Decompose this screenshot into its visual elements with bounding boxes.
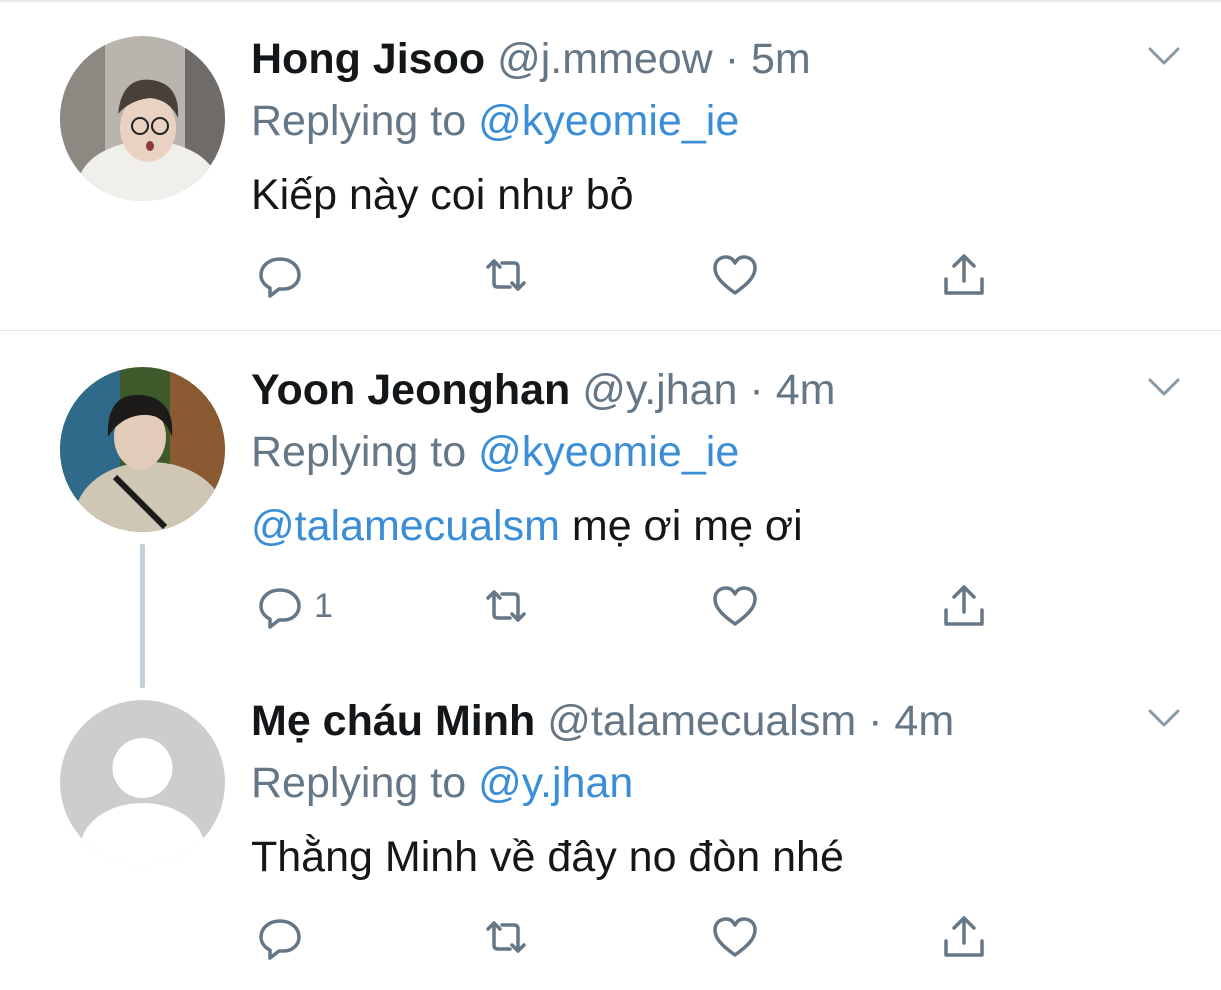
replying-to: Replying to @kyeomie_ie (251, 96, 739, 146)
display-name[interactable]: Mẹ cháu Minh (251, 697, 535, 745)
tweet-text: mẹ ơi mẹ ơi (559, 502, 803, 550)
tweet-3[interactable]: Mẹ cháu Minh @talamecualsm · 4m Replying… (0, 662, 1221, 990)
tweet-header: Mẹ cháu Minh @talamecualsm · 4m (251, 696, 954, 746)
share-button[interactable] (940, 250, 990, 300)
separator-dot: · (868, 697, 883, 745)
timestamp[interactable]: 4m (894, 697, 954, 745)
share-button[interactable] (940, 912, 990, 962)
retweet-icon (486, 259, 526, 291)
tweet-header: Hong Jisoo @j.mmeow · 5m (251, 34, 811, 84)
replying-to-link[interactable]: @kyeomie_ie (478, 428, 739, 476)
reply-count: 1 (314, 587, 333, 625)
share-icon (944, 254, 984, 295)
retweet-icon (486, 921, 526, 953)
tweet-text: Kiếp này coi như bỏ (251, 171, 634, 219)
replying-to: Replying to @kyeomie_ie (251, 427, 739, 477)
timestamp[interactable]: 4m (776, 366, 836, 414)
user-handle[interactable]: @y.jhan (582, 366, 737, 414)
display-name[interactable]: Yoon Jeonghan (251, 366, 570, 414)
default-avatar-icon[interactable] (60, 700, 225, 865)
replying-to-link[interactable]: @y.jhan (478, 759, 633, 807)
like-icon (713, 586, 757, 626)
reply-button[interactable] (256, 912, 306, 962)
user-handle[interactable]: @talamecualsm (547, 697, 856, 745)
like-icon (713, 917, 757, 957)
tweet-2[interactable]: Yoon Jeonghan @y.jhan · 4m Replying to @… (0, 331, 1221, 662)
reply-button[interactable] (256, 581, 306, 631)
tweet-header: Yoon Jeonghan @y.jhan · 4m (251, 365, 835, 415)
chevron-down-icon[interactable] (1147, 44, 1181, 68)
separator-dot: · (749, 366, 764, 414)
avatar[interactable] (60, 36, 225, 201)
tweet-1[interactable]: Hong Jisoo @j.mmeow · 5m Replying to @ky… (0, 0, 1221, 330)
display-name[interactable]: Hong Jisoo (251, 35, 485, 83)
replying-prefix: Replying to (251, 428, 479, 476)
tweet-text-line: @talamecualsm mẹ ơi mẹ ơi (251, 501, 803, 551)
reply-icon (259, 588, 301, 629)
timestamp[interactable]: 5m (751, 35, 811, 83)
chevron-down-icon[interactable] (1147, 706, 1181, 730)
reply-button[interactable] (256, 250, 306, 300)
replying-to-link[interactable]: @kyeomie_ie (478, 97, 739, 145)
replying-to: Replying to @y.jhan (251, 758, 633, 808)
chevron-down-icon[interactable] (1147, 375, 1181, 399)
retweet-button[interactable] (482, 581, 532, 631)
reply-icon (259, 257, 301, 298)
like-button[interactable] (711, 912, 761, 962)
like-icon (713, 255, 757, 295)
replying-prefix: Replying to (251, 97, 479, 145)
share-icon (944, 916, 984, 957)
like-button[interactable] (711, 250, 761, 300)
reply-icon (259, 919, 301, 960)
avatar[interactable] (60, 367, 225, 532)
replying-prefix: Replying to (251, 759, 479, 807)
like-button[interactable] (711, 581, 761, 631)
text-mention-link[interactable]: @talamecualsm (251, 502, 560, 550)
share-button[interactable] (940, 581, 990, 631)
separator-dot: · (724, 35, 740, 83)
share-icon (944, 585, 984, 626)
user-handle[interactable]: @j.mmeow (497, 35, 713, 83)
retweet-button[interactable] (482, 250, 532, 300)
retweet-button[interactable] (482, 912, 532, 962)
tweet-text: Thằng Minh về đây no đòn nhé (251, 833, 844, 881)
retweet-icon (486, 590, 526, 622)
